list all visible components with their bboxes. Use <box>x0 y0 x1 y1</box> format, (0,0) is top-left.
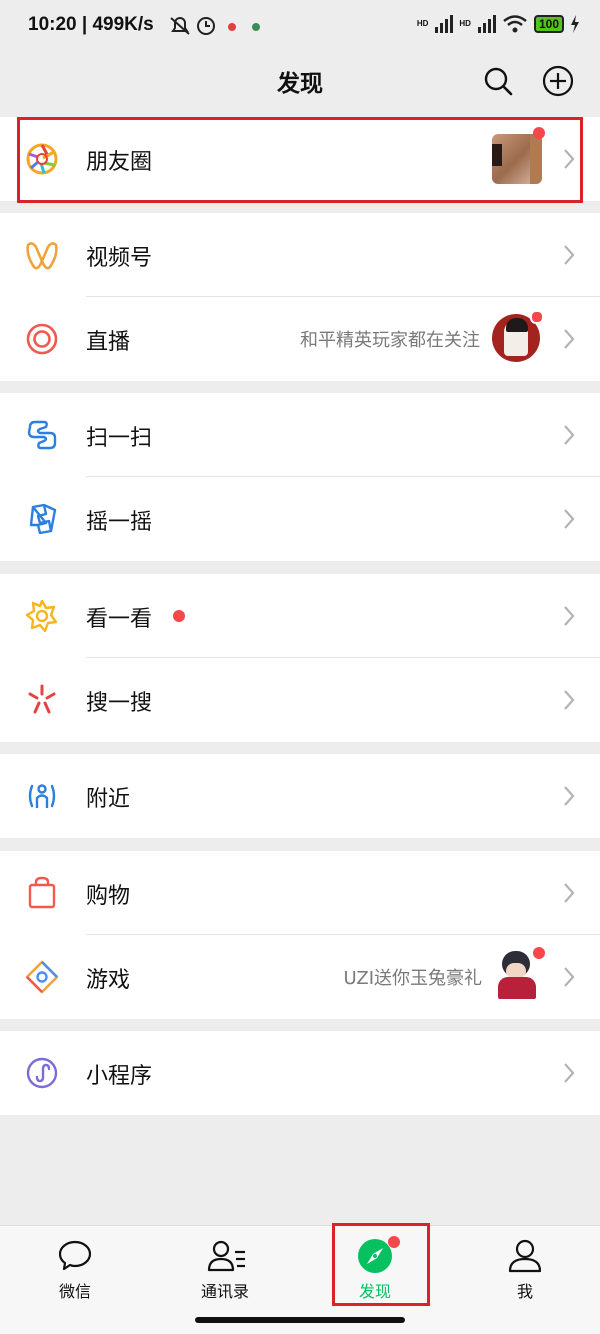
menu-item-label: 摇一摇 <box>86 510 153 535</box>
battery-icon: 100 <box>533 15 564 33</box>
menu-item-label: 搜一搜 <box>86 691 153 716</box>
chevron-right-icon <box>564 1063 575 1083</box>
person-icon <box>508 1239 542 1273</box>
status-time: 10:20 | 499K/s <box>28 14 154 35</box>
menu-item-mini-programs[interactable]: 小程序 <box>0 1031 600 1115</box>
menu-item-label: 小程序 <box>86 1064 153 1089</box>
menu-item-top-stories[interactable]: 看一看 <box>0 574 600 658</box>
shake-icon <box>29 503 57 535</box>
games-thumbnail <box>494 949 540 1001</box>
menu-item-scan[interactable]: 扫一扫 <box>0 393 600 477</box>
chevron-right-icon <box>564 690 575 710</box>
tab-me[interactable]: 我 <box>450 1226 600 1306</box>
channels-icon <box>26 242 58 270</box>
chevron-right-icon <box>564 883 575 903</box>
menu-item-shopping[interactable]: 购物 <box>0 851 600 935</box>
chevron-right-icon <box>564 425 575 445</box>
tab-label: 我 <box>516 1282 533 1301</box>
group-shopping: 购物 游戏 UZI送你玉兔豪礼 <box>0 851 600 1019</box>
chevron-right-icon <box>564 606 575 626</box>
tab-label: 通讯录 <box>200 1282 249 1301</box>
menu-item-games[interactable]: 游戏 UZI送你玉兔豪礼 <box>0 935 600 1019</box>
search-feature-icon <box>28 684 56 714</box>
chevron-right-icon <box>564 967 575 987</box>
bell-alarm-icon <box>170 17 260 35</box>
live-subtitle: 和平精英玩家都在关注 <box>300 330 480 351</box>
tab-label: 微信 <box>58 1282 91 1301</box>
games-subtitle: UZI送你玉兔豪礼 <box>343 968 483 989</box>
menu-item-label: 直播 <box>86 330 131 355</box>
charging-icon <box>571 15 579 33</box>
menu-item-shake[interactable]: 摇一摇 <box>0 477 600 561</box>
chat-icon <box>58 1240 92 1271</box>
top-bar: 发现 <box>0 52 600 112</box>
mini-programs-icon <box>26 1057 58 1089</box>
chevron-right-icon <box>564 509 575 529</box>
group-scan: 扫一扫 摇一摇 <box>0 393 600 561</box>
chevron-right-icon <box>564 329 575 349</box>
highlight-box-moments <box>17 117 583 203</box>
tab-chats[interactable]: 微信 <box>0 1226 150 1306</box>
menu-item-label: 附近 <box>86 787 131 812</box>
group-channels: 视频号 直播 和平精英玩家都在关注 <box>0 213 600 381</box>
live-icon <box>26 323 58 355</box>
wifi-icon <box>503 15 527 33</box>
group-nearby: 附近 <box>0 754 600 838</box>
top-stories-badge <box>173 610 185 622</box>
home-indicator[interactable] <box>195 1317 405 1323</box>
shopping-icon <box>28 876 56 909</box>
menu-item-label: 购物 <box>86 884 131 909</box>
chevron-right-icon <box>564 245 575 265</box>
games-icon <box>25 960 59 994</box>
scan-icon <box>27 420 57 450</box>
status-bar: 10:20 | 499K/s HD HD 100 <box>0 0 600 52</box>
live-badge <box>530 310 544 324</box>
status-notification-icons <box>170 15 260 42</box>
status-right-icons: HD HD 100 <box>417 14 580 34</box>
menu-item-nearby[interactable]: 附近 <box>0 754 600 838</box>
menu-item-label: 扫一扫 <box>86 426 153 451</box>
tab-contacts[interactable]: 通讯录 <box>150 1226 300 1306</box>
menu-item-label: 游戏 <box>86 968 131 993</box>
menu-item-live[interactable]: 直播 和平精英玩家都在关注 <box>0 297 600 381</box>
search-icon[interactable] <box>480 63 516 99</box>
top-stories-icon <box>25 599 58 633</box>
signal-icon <box>435 15 454 33</box>
menu-item-search[interactable]: 搜一搜 <box>0 658 600 742</box>
menu-item-label: 看一看 <box>86 607 153 632</box>
menu-item-label: 视频号 <box>86 246 153 271</box>
chevron-right-icon <box>564 786 575 806</box>
signal-icon-2 <box>477 15 496 33</box>
games-badge <box>533 947 545 959</box>
nearby-icon <box>28 784 56 808</box>
plus-circle-icon[interactable] <box>540 63 576 99</box>
group-top-stories: 看一看 搜一搜 <box>0 574 600 742</box>
menu-item-channels[interactable]: 视频号 <box>0 213 600 297</box>
contacts-icon <box>207 1240 245 1272</box>
highlight-box-discover <box>332 1223 430 1306</box>
group-mini-programs: 小程序 <box>0 1031 600 1115</box>
